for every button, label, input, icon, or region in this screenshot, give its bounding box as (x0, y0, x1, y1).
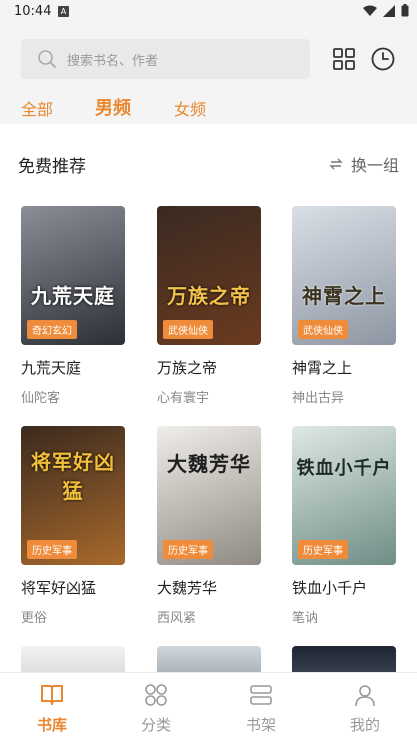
book-cover-partial[interactable] (157, 646, 261, 672)
search-icon (37, 49, 57, 69)
top-bar: 搜索书名、作者 全部 男频 女频 (0, 24, 417, 124)
user-icon (325, 681, 405, 709)
genre-tag: 历史军事 (163, 540, 213, 559)
tab-male[interactable]: 男频 (95, 94, 131, 120)
book-author: 仙陀客 (21, 391, 61, 406)
cover-title: 将军好凶猛 (31, 450, 115, 503)
nav-profile[interactable]: 我的 (325, 681, 405, 735)
book-cover-partial[interactable] (292, 646, 396, 672)
book-card[interactable]: 大魏芳华 历史军事 大魏芳华 西风紧 (157, 426, 261, 626)
signal-icon (383, 4, 395, 17)
genre-tag: 武侠仙侠 (298, 320, 348, 339)
wifi-icon (363, 5, 377, 16)
cover-title: 万族之帝 (167, 284, 251, 308)
channel-tabs: 全部 男频 女频 (0, 96, 417, 124)
book-title[interactable]: 大魏芳华 (157, 577, 261, 598)
grid-view-icon[interactable] (331, 46, 357, 72)
tab-all[interactable]: 全部 (21, 96, 53, 120)
book-card[interactable]: 神霄之上 武侠仙侠 神霄之上 神出古异 (292, 206, 396, 406)
section-header: 免费推荐 换一组 (0, 124, 417, 200)
refresh-icon (329, 158, 343, 170)
section-title: 免费推荐 (18, 157, 86, 177)
book-cover[interactable]: 神霄之上 武侠仙侠 (292, 206, 396, 345)
search-placeholder: 搜索书名、作者 (67, 53, 159, 69)
cover-title: 神霄之上 (302, 284, 386, 308)
nav-library[interactable]: 书库 (12, 681, 92, 735)
nav-label: 书库 (36, 716, 67, 734)
status-time: 10:44 (14, 4, 52, 19)
nav-shelf[interactable]: 书架 (221, 681, 301, 735)
category-grid-icon (116, 681, 196, 709)
search-box[interactable]: 搜索书名、作者 (21, 39, 310, 79)
book-author: 更俗 (21, 611, 48, 626)
status-bar: 10:44 A (0, 0, 417, 24)
nav-label: 我的 (349, 716, 380, 734)
history-clock-icon[interactable] (370, 46, 396, 72)
book-title[interactable]: 铁血小千户 (292, 577, 396, 598)
book-card[interactable]: 九荒天庭 奇幻玄幻 九荒天庭 仙陀客 (21, 206, 125, 406)
book-title[interactable]: 将军好凶猛 (21, 577, 125, 598)
notification-icon: A (58, 6, 69, 17)
genre-tag: 历史军事 (298, 540, 348, 559)
book-author: 笔讷 (292, 611, 319, 626)
genre-tag: 武侠仙侠 (163, 320, 213, 339)
tab-female[interactable]: 女频 (174, 96, 206, 120)
cover-title: 铁血小千户 (296, 458, 392, 479)
content-area: 免费推荐 换一组 九荒天庭 奇幻玄幻 九荒天庭 仙陀客 万族之帝 武侠仙侠 万族… (0, 124, 417, 672)
book-title[interactable]: 万族之帝 (157, 357, 261, 378)
shelf-icon (221, 681, 301, 709)
status-icons (363, 4, 409, 17)
book-author: 西风紧 (157, 611, 197, 626)
book-cover[interactable]: 万族之帝 武侠仙侠 (157, 206, 261, 345)
book-cover[interactable]: 铁血小千户 历史军事 (292, 426, 396, 565)
book-author: 心有寰宇 (157, 391, 210, 406)
cover-title: 大魏芳华 (167, 452, 251, 476)
cover-title: 九荒天庭 (31, 284, 115, 308)
book-title[interactable]: 九荒天庭 (21, 357, 125, 378)
bottom-nav: 书库 分类 书架 我的 (0, 672, 417, 741)
refresh-button[interactable]: 换一组 (329, 152, 399, 176)
book-cover[interactable]: 将军好凶猛 历史军事 (21, 426, 125, 565)
battery-icon (401, 4, 409, 17)
book-card[interactable]: 铁血小千户 历史军事 铁血小千户 笔讷 (292, 426, 396, 626)
genre-tag: 奇幻玄幻 (27, 320, 77, 339)
book-title[interactable]: 神霄之上 (292, 357, 396, 378)
genre-tag: 历史军事 (27, 540, 77, 559)
nav-label: 分类 (140, 716, 171, 734)
book-cover[interactable]: 九荒天庭 奇幻玄幻 (21, 206, 125, 345)
book-cover-partial[interactable] (21, 646, 125, 672)
book-card[interactable]: 将军好凶猛 历史军事 将军好凶猛 更俗 (21, 426, 125, 626)
refresh-label: 换一组 (350, 156, 399, 175)
book-open-icon (12, 681, 92, 709)
book-author: 神出古异 (292, 391, 345, 406)
nav-label: 书架 (245, 716, 276, 734)
book-cover[interactable]: 大魏芳华 历史军事 (157, 426, 261, 565)
nav-category[interactable]: 分类 (116, 681, 196, 735)
book-card[interactable]: 万族之帝 武侠仙侠 万族之帝 心有寰宇 (157, 206, 261, 406)
